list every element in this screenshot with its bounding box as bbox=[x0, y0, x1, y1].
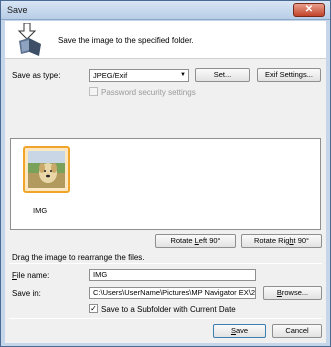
password-label: Password security settings bbox=[101, 88, 196, 97]
save-folder-icon bbox=[17, 23, 41, 56]
save-as-type-select[interactable]: JPEG/Exif ▼ bbox=[89, 69, 189, 82]
subfolder-label: Save to a Subfolder with Current Date bbox=[101, 305, 236, 314]
save-dialog: Save ✕ Save the image to the specified f… bbox=[0, 0, 331, 347]
save-as-type-value: JPEG/Exif bbox=[93, 71, 128, 80]
password-checkbox[interactable] bbox=[89, 87, 98, 96]
footer-separator bbox=[9, 318, 322, 319]
close-button[interactable]: ✕ bbox=[293, 3, 325, 17]
save-in-label: Save in: bbox=[12, 289, 41, 298]
dialog-body: Save the image to the specified folder. … bbox=[5, 21, 326, 343]
save-as-type-label: Save as type: bbox=[12, 71, 61, 80]
exif-settings-button[interactable]: Exif Settings... bbox=[257, 68, 321, 82]
cancel-button[interactable]: Cancel bbox=[272, 324, 322, 338]
dog-thumbnail-image bbox=[28, 151, 65, 188]
dropdown-arrow-icon: ▼ bbox=[180, 72, 186, 78]
title-bar[interactable]: Save ✕ bbox=[1, 1, 330, 20]
thumbnail-item[interactable] bbox=[23, 146, 70, 193]
subfolder-checkbox[interactable]: ✓ bbox=[89, 304, 98, 313]
header-description: Save the image to the specified folder. bbox=[58, 36, 194, 45]
browse-button[interactable]: Browse... bbox=[263, 286, 322, 300]
save-button[interactable]: Save bbox=[213, 324, 266, 338]
file-name-input[interactable]: IMG bbox=[89, 269, 256, 281]
drag-hint: Drag the image to rearrange the files. bbox=[12, 253, 145, 262]
separator bbox=[9, 263, 322, 264]
save-in-field[interactable]: C:\Users\UserName\Pictures\MP Navigator … bbox=[89, 287, 256, 299]
window-title: Save bbox=[7, 5, 28, 15]
header-panel: Save the image to the specified folder. bbox=[5, 21, 326, 59]
file-name-label: File name: bbox=[12, 271, 50, 280]
rotate-left-button[interactable]: Rotate Left 90° bbox=[155, 234, 236, 248]
rotate-right-button[interactable]: Rotate Right 90° bbox=[241, 234, 322, 248]
image-thumbnail-area[interactable]: IMG bbox=[10, 138, 321, 230]
thumbnail-label: IMG bbox=[33, 206, 48, 215]
set-button[interactable]: Set... bbox=[195, 68, 250, 82]
